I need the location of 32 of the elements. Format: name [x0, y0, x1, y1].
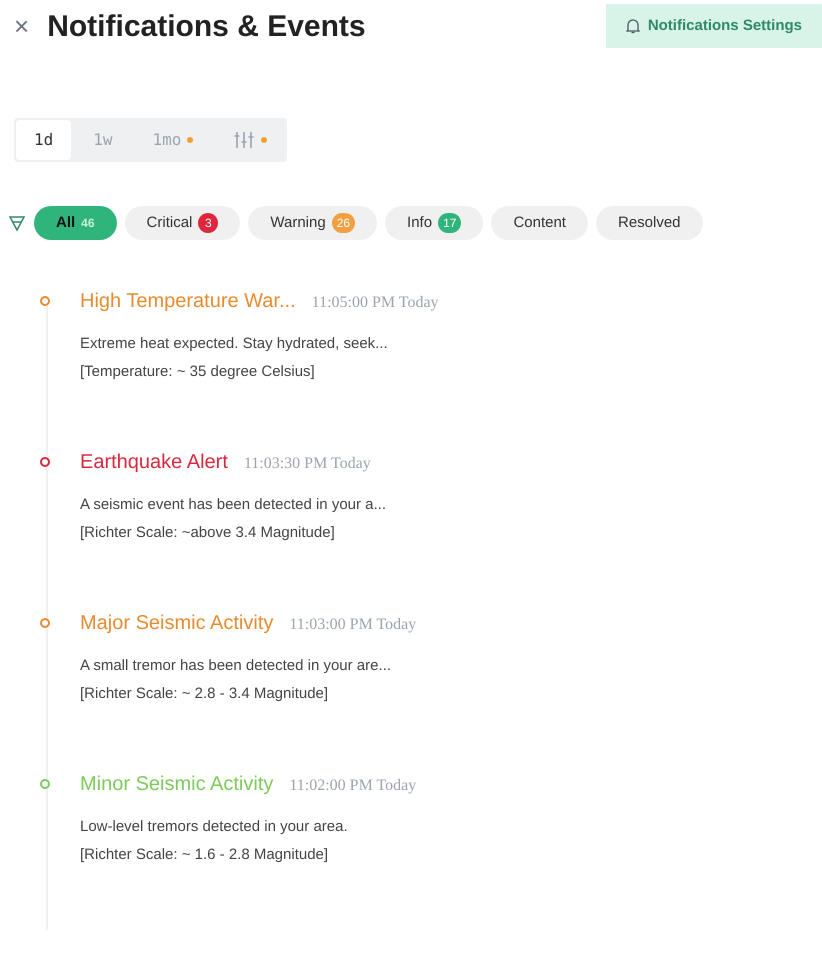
event-time: 11:03:30 PM Today	[244, 454, 371, 474]
filter-icon	[8, 214, 26, 232]
count-badge: 3	[198, 213, 218, 233]
filter-chip[interactable]: Content	[491, 206, 588, 240]
sliders-icon	[233, 130, 256, 150]
event-description: Extreme heat expected. Stay hydrated, seek...	[80, 334, 389, 354]
event-title[interactable]: High Temperature War...	[80, 286, 296, 316]
page-title: Notifications & Events	[47, 8, 366, 44]
filter-chip[interactable]: All 46	[34, 206, 117, 240]
event-description: [Richter Scale: ~above 3.4 Magnitude]	[80, 523, 336, 543]
filter-chip[interactable]: Critical 3	[124, 206, 240, 240]
event-time: 11:05:00 PM Today	[312, 293, 439, 313]
event-time: 11:02:00 PM Today	[289, 776, 416, 796]
event-description: Low-level tremors detected in your area.	[80, 817, 349, 837]
event-title[interactable]: Major Seismic Activity	[80, 608, 274, 638]
close-icon[interactable]: ×	[14, 13, 30, 39]
event-description: [Richter Scale: ~ 1.6 - 2.8 Magnitude]	[80, 845, 330, 865]
notifications-settings-button[interactable]: Notifications Settings	[606, 4, 822, 48]
event-description: A small tremor has been detected in your are...	[80, 656, 392, 676]
event-description: [Richter Scale: ~ 2.8 - 3.4 Magnitude]	[80, 684, 330, 704]
filter-chip[interactable]: Warning 26	[248, 206, 378, 240]
event-description: [Temperature: ~ 35 degree Celsius]	[80, 362, 316, 382]
count-badge: 17	[438, 213, 462, 233]
filter-chip[interactable]: Info 17	[385, 206, 484, 240]
count-label: 46	[81, 215, 95, 232]
event-time: 11:03:00 PM Today	[289, 615, 416, 635]
count-badge: 26	[332, 213, 356, 233]
filter-chip[interactable]: Resolved	[596, 206, 703, 240]
range-tab[interactable]: 1d	[16, 120, 72, 160]
bell-icon	[626, 18, 640, 34]
event-description: A seismic event has been detected in your a...	[80, 495, 386, 515]
event-title[interactable]: Earthquake Alert	[80, 447, 228, 477]
